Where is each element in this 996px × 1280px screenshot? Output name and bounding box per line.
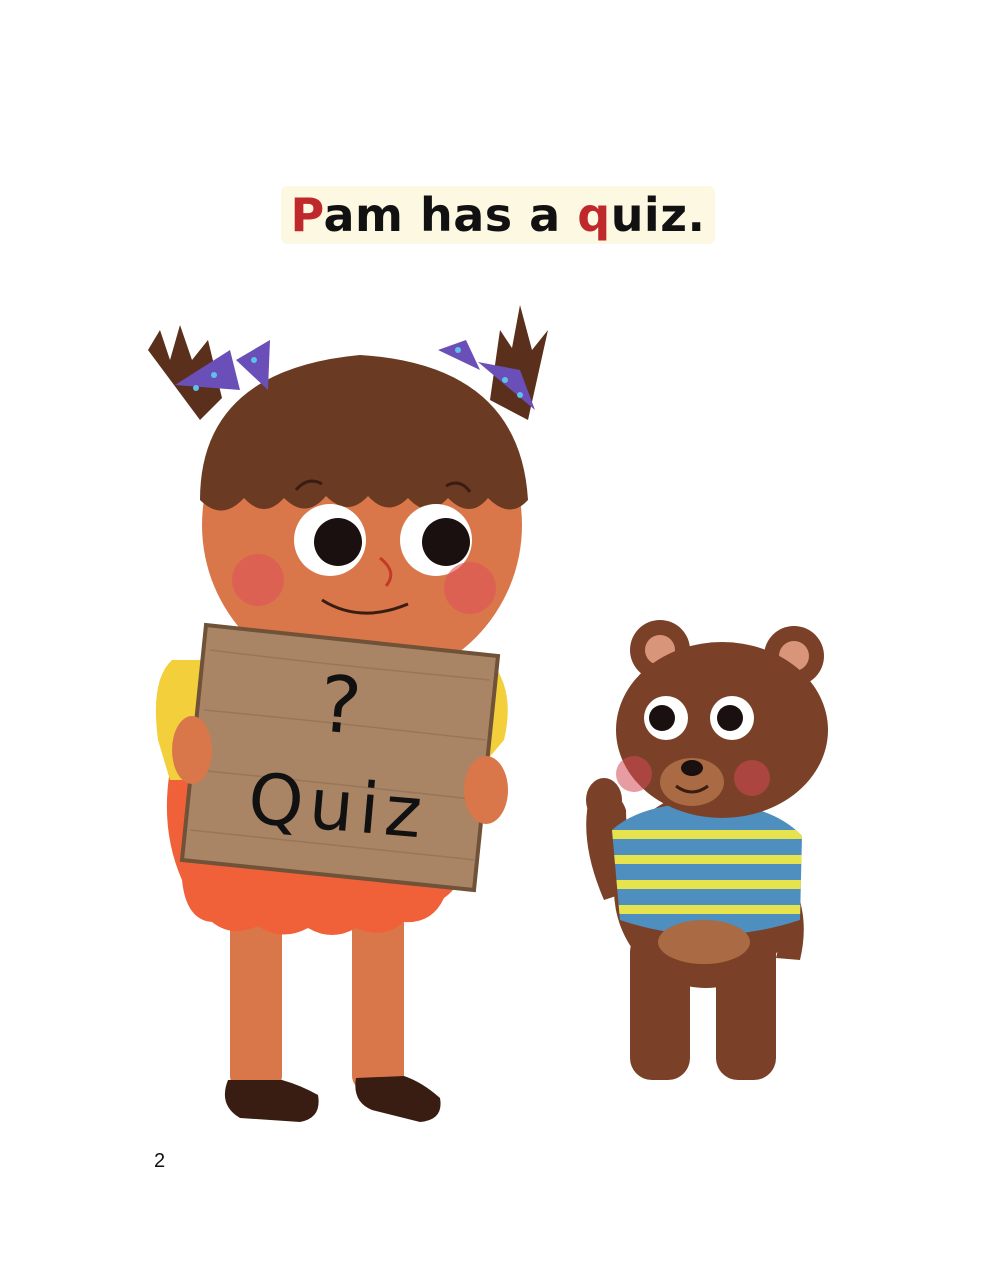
quiz-sign-word: Quiz bbox=[245, 757, 431, 854]
bear-nose bbox=[681, 760, 703, 776]
girl-left-pupil bbox=[314, 518, 362, 566]
quiz-sign: ? Quiz bbox=[172, 622, 508, 893]
bear-left-cheek bbox=[616, 756, 652, 792]
bear-belly bbox=[658, 920, 750, 964]
sentence-letter-p: P bbox=[290, 188, 324, 242]
girl-right-hand bbox=[464, 756, 508, 824]
page-number: 2 bbox=[154, 1150, 166, 1172]
bear-right-cheek bbox=[734, 760, 770, 796]
girl-left-hand bbox=[172, 716, 212, 784]
girl-right-pigtail bbox=[490, 305, 548, 420]
sentence-text-2: uiz. bbox=[610, 188, 706, 242]
bear-right-pupil bbox=[717, 705, 743, 731]
book-page: Pam has a quiz. ? Quiz 2 bbox=[0, 0, 996, 1280]
girl-left-cheek bbox=[232, 554, 284, 606]
page-sentence: Pam has a quiz. bbox=[0, 186, 996, 244]
sentence-highlight-box: Pam has a quiz. bbox=[280, 186, 716, 244]
girl-right-shoe bbox=[355, 1076, 441, 1122]
teddy-bear-illustration bbox=[586, 620, 828, 1080]
bear-left-pupil bbox=[649, 705, 675, 731]
story-illustration: ? Quiz bbox=[148, 305, 828, 1122]
girl-right-leg bbox=[352, 910, 404, 1090]
girl-left-leg bbox=[230, 910, 282, 1090]
girl-right-pupil bbox=[422, 518, 470, 566]
girl-left-shoe bbox=[224, 1080, 319, 1122]
quiz-sign-question-mark: ? bbox=[316, 659, 365, 752]
sentence-letter-q: q bbox=[577, 188, 611, 242]
sentence-text-1: am has a bbox=[323, 188, 578, 242]
girl-hair bbox=[200, 355, 528, 511]
girl-right-cheek bbox=[444, 562, 496, 614]
